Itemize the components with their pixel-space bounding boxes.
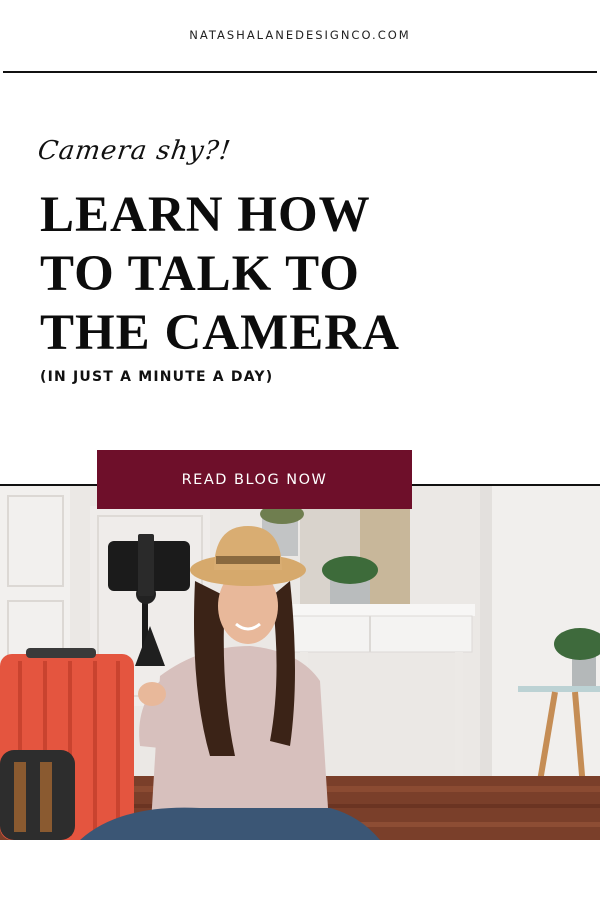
hero-photo xyxy=(0,484,600,840)
headline-line: THE CAMERA xyxy=(40,305,400,361)
script-tagline: Camera shy?! xyxy=(35,136,233,166)
vlogging-woman-illustration xyxy=(0,486,600,840)
headline: LEARN HOW TO TALK TO THE CAMERA xyxy=(40,186,440,363)
headline-line: TO TALK TO xyxy=(40,246,360,302)
header-divider xyxy=(3,71,597,73)
read-blog-button[interactable]: READ BLOG NOW xyxy=(97,450,412,509)
subheadline: (IN JUST A MINUTE A DAY) xyxy=(40,369,274,385)
headline-line: LEARN HOW xyxy=(40,187,371,243)
site-url[interactable]: NATASHALANEDESIGNCO.COM xyxy=(0,28,600,42)
